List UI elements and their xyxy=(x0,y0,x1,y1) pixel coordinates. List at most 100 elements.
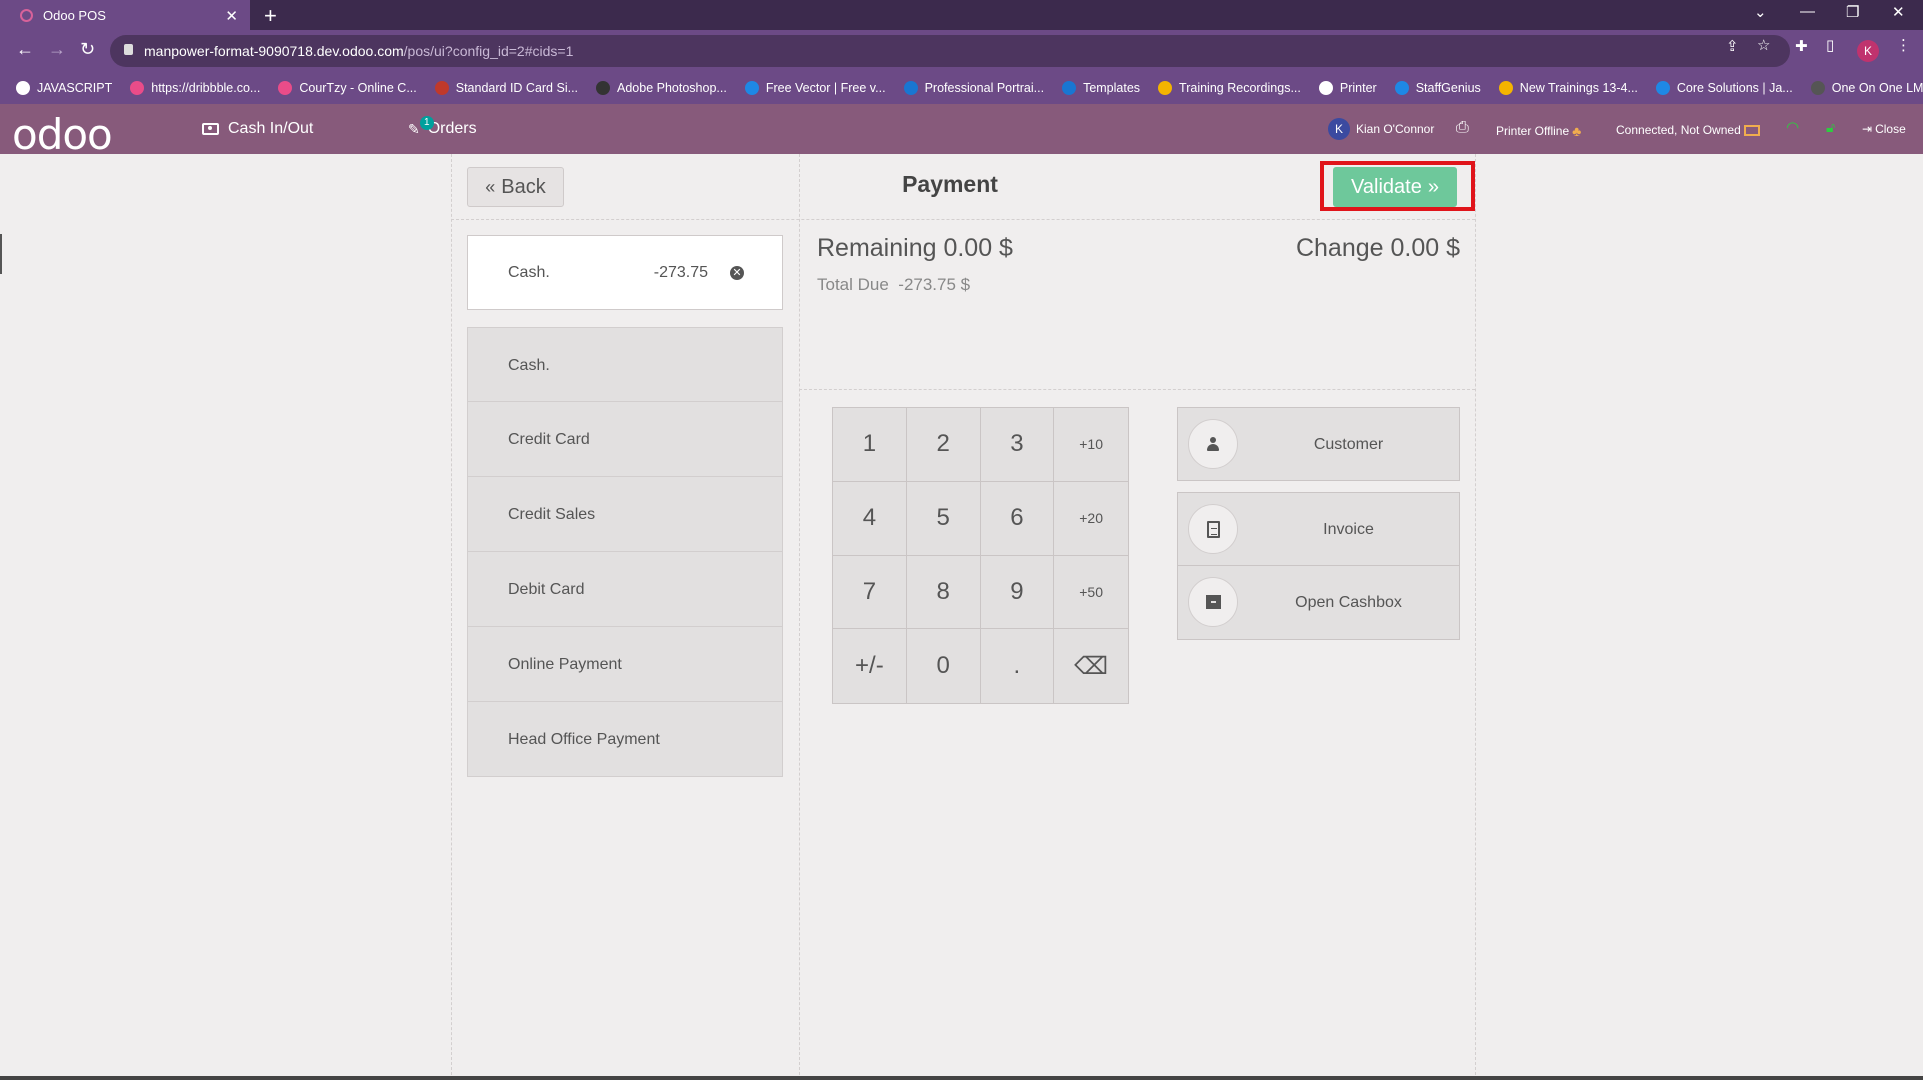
numpad-key-8[interactable]: 8 xyxy=(906,555,981,630)
total-due-label: Total Due xyxy=(817,275,889,294)
delete-payment-line-icon[interactable]: ✕ xyxy=(730,266,744,280)
restore-icon[interactable]: ❐ xyxy=(1846,3,1859,21)
open-cashbox-button[interactable]: Open Cashbox xyxy=(1177,566,1460,640)
person-icon xyxy=(1188,419,1238,469)
bookmark-label: One On One LMS O... xyxy=(1831,81,1923,95)
back-arrow-icon[interactable]: ← xyxy=(16,39,34,60)
cashier-button[interactable]: K Kian O'Connor xyxy=(1328,118,1434,140)
back-label: Back xyxy=(501,175,546,198)
side-panel-icon[interactable]: ▯ xyxy=(1826,36,1834,54)
numpad-key-5[interactable]: 5 xyxy=(906,481,981,556)
printer-status[interactable]: Printer Offline ♣ xyxy=(1496,123,1581,139)
numpad-key-6[interactable]: 6 xyxy=(980,481,1055,556)
extensions-icon[interactable]: ✚ xyxy=(1795,37,1808,55)
browser-menu-icon[interactable]: ⋮ xyxy=(1896,36,1911,54)
numpad-key-3[interactable]: 3 xyxy=(980,408,1055,482)
numpad-key-decimal[interactable]: . xyxy=(981,629,1055,703)
bookmark-item[interactable]: Free Vector | Free v... xyxy=(744,81,886,95)
ticket-icon: ✎ xyxy=(408,120,420,137)
payment-method-item[interactable]: Online Payment xyxy=(467,627,783,702)
numpad-key-1[interactable]: 1 xyxy=(833,408,907,482)
back-button[interactable]: « Back xyxy=(467,167,564,207)
payment-line-selected[interactable]: Cash. -273.75 ✕ xyxy=(467,235,783,310)
orders-count-badge: 1 xyxy=(420,116,434,130)
profile-avatar[interactable]: K xyxy=(1857,40,1879,62)
numpad-key-plus50[interactable]: +50 xyxy=(1054,556,1128,630)
cashier-avatar: K xyxy=(1328,118,1350,140)
invoice-button[interactable]: Invoice xyxy=(1177,492,1460,566)
url-bar[interactable]: manpower-format-9090718.dev.odoo.com/pos… xyxy=(110,35,1790,67)
numpad-key-backspace[interactable]: ⌫ xyxy=(1054,629,1128,703)
bookmark-item[interactable]: Templates xyxy=(1062,81,1140,95)
numpad-key-plus20[interactable]: +20 xyxy=(1054,482,1128,556)
payment-method-item[interactable]: Cash. xyxy=(467,327,783,402)
close-tab-icon[interactable]: ✕ xyxy=(225,7,238,25)
payment-methods-list: Cash. Credit Card Credit Sales Debit Card On… xyxy=(467,327,783,777)
bookmark-item[interactable]: Professional Portrai... xyxy=(903,81,1045,95)
numpad-key-2[interactable]: 2 xyxy=(906,408,981,482)
bookmark-item[interactable]: New Trainings 13-4... xyxy=(1498,81,1638,95)
bookmark-item[interactable]: One On One LMS O... xyxy=(1810,81,1923,95)
bookmark-label: Adobe Photoshop... xyxy=(617,81,727,95)
new-tab-icon[interactable]: + xyxy=(264,3,277,29)
numpad-key-7[interactable]: 7 xyxy=(833,555,907,630)
bookmark-favicon-icon xyxy=(744,81,759,95)
forward-arrow-icon[interactable]: → xyxy=(48,39,66,60)
customer-button[interactable]: Customer xyxy=(1177,407,1460,481)
share-icon[interactable]: ⇪ xyxy=(1726,37,1739,55)
bookmark-label: Professional Portrai... xyxy=(924,81,1045,95)
payment-method-item[interactable]: Debit Card xyxy=(467,552,783,627)
cash-in-out-button[interactable]: Cash In/Out xyxy=(202,120,313,138)
connection-status-label: Connected, Not Owned xyxy=(1616,123,1741,137)
minimize-icon[interactable]: — xyxy=(1800,3,1815,20)
numpad-key-0[interactable]: 0 xyxy=(907,629,981,703)
double-chevron-right-icon: » xyxy=(1427,175,1439,198)
bookmark-favicon-icon xyxy=(16,81,30,95)
close-pos-button[interactable]: ⇥ Close xyxy=(1862,122,1906,136)
bookmark-item[interactable]: StaffGenius xyxy=(1394,81,1481,95)
bookmark-item[interactable]: Standard ID Card Si... xyxy=(434,81,578,95)
bookmark-item[interactable]: JAVASCRIPT xyxy=(16,81,112,95)
person-icon-glyph xyxy=(1207,437,1219,451)
numpad-key-9[interactable]: 9 xyxy=(980,555,1055,630)
numpad: 1 2 3 +10 4 5 6 +20 7 8 9 +50 +/- 0. ⌫ xyxy=(832,407,1129,704)
total-due: Total Due -273.75 $ xyxy=(817,275,970,295)
cashier-name: Kian O'Connor xyxy=(1356,122,1435,136)
numpad-key-sign[interactable]: +/- xyxy=(833,629,907,703)
browser-tab-bar: Odoo POS ✕ + ⌄ — ❐ ✕ xyxy=(0,0,1923,30)
odoo-logo: odoo xyxy=(12,110,113,159)
payment-method-item[interactable]: Credit Card xyxy=(467,402,783,477)
payment-line-amount[interactable]: -273.75 xyxy=(608,264,708,282)
wifi-icon[interactable]: ◠ xyxy=(1786,118,1799,136)
bookmark-favicon-icon xyxy=(278,81,293,95)
printer-icon[interactable]: ⎙ xyxy=(1456,119,1469,137)
bookmark-item[interactable]: Printer xyxy=(1318,81,1377,95)
unlock-icon[interactable]: 🔓︎ xyxy=(1826,119,1835,136)
validate-button[interactable]: Validate » xyxy=(1333,167,1457,207)
orders-button[interactable]: ✎ Orders xyxy=(408,120,477,138)
bookmark-item[interactable]: Training Recordings... xyxy=(1158,81,1301,95)
left-edge-marker xyxy=(0,234,2,274)
tab-search-icon[interactable]: ⌄ xyxy=(1754,3,1767,21)
bookmark-item[interactable]: https://dribbble.co... xyxy=(130,81,260,95)
browser-tab[interactable]: Odoo POS ✕ xyxy=(0,0,250,30)
bookmark-star-icon[interactable]: ☆ xyxy=(1757,36,1770,54)
numpad-key-4[interactable]: 4 xyxy=(833,481,907,556)
payment-method-item[interactable]: Head Office Payment xyxy=(467,702,783,777)
bookmark-favicon-icon xyxy=(1498,81,1513,95)
bookmark-item[interactable]: CourTzy - Online C... xyxy=(278,81,417,95)
numpad-key-plus10[interactable]: +10 xyxy=(1054,408,1128,482)
bookmark-item[interactable]: Adobe Photoshop... xyxy=(596,81,727,95)
bookmark-item[interactable]: Core Solutions | Ja... xyxy=(1655,81,1793,95)
payment-method-item[interactable]: Credit Sales xyxy=(467,477,783,552)
bookmark-label: https://dribbble.co... xyxy=(151,81,261,95)
reload-icon[interactable]: ↻ xyxy=(80,39,95,60)
bookmark-favicon-icon xyxy=(903,81,918,95)
cash-icon xyxy=(202,123,219,135)
bookmark-favicon-icon xyxy=(1394,81,1409,95)
bookmark-label: New Trainings 13-4... xyxy=(1519,81,1638,95)
close-window-icon[interactable]: ✕ xyxy=(1892,3,1905,21)
action-label: Invoice xyxy=(1323,521,1374,538)
address-toolbar: ← → ↻ manpower-format-9090718.dev.odoo.c… xyxy=(0,30,1923,72)
connection-status[interactable]: Connected, Not Owned xyxy=(1616,123,1760,137)
